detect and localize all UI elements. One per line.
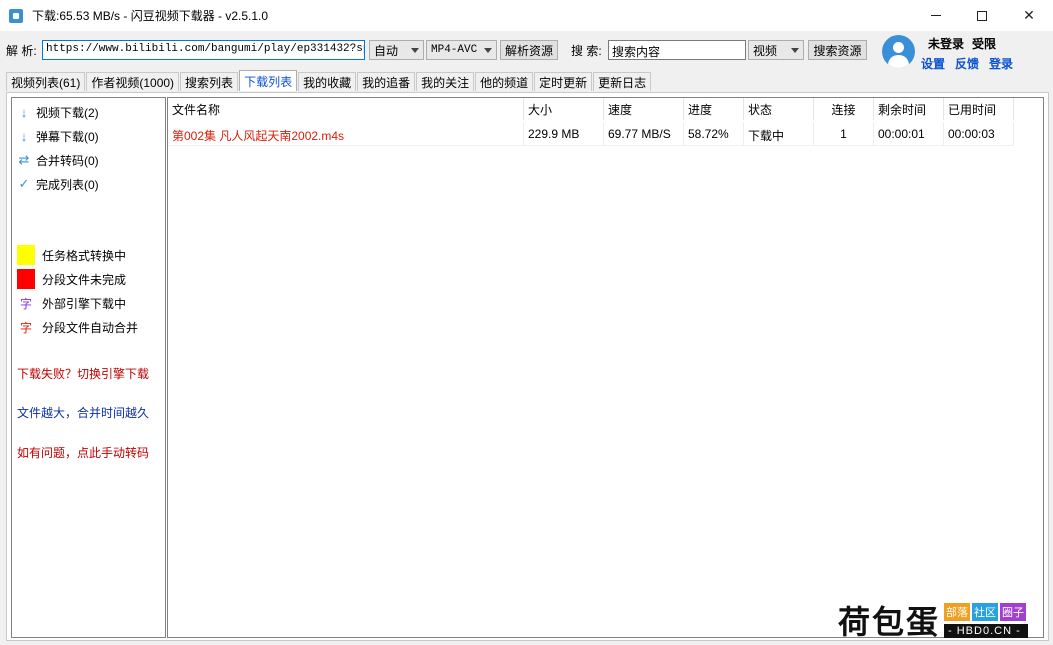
title-bar: 下载:65.53 MB/s - 闪豆视频下载器 - v2.5.1.0 ✕ [0,0,1053,31]
tab-his-channel[interactable]: 他的频道 [475,72,534,91]
status-cell: 下载中 [744,122,814,146]
chevron-down-icon [411,47,419,53]
merge-time-note: 文件越大，合并时间越久 [17,406,150,420]
tab-scheduled-update[interactable]: 定时更新 [534,72,593,91]
quality-select[interactable]: 自动 [369,40,424,60]
connections-cell: 1 [814,122,874,146]
feedback-link[interactable]: 反馈 [955,57,979,71]
arrow-down-icon: ↓ [20,104,28,120]
char-icon: 字 [19,296,32,311]
maximize-button[interactable] [959,0,1005,31]
swap-icon: ⇄ [18,152,30,167]
tab-bar: 视频列表(61) 作者视频(1000) 搜索列表 下载列表 我的收藏 我的追番 … [6,70,652,92]
tab-my-follows[interactable]: 我的关注 [416,72,475,91]
size-cell: 229.9 MB [524,122,604,146]
watermark: 荷包蛋 部落 社区 圈子 - HBD0.CN - [838,600,1029,641]
user-links: 设置 反馈 登录 [921,55,1023,72]
search-label: 搜 索: [571,44,602,58]
arrow-down-icon: ↓ [20,128,28,144]
column-header[interactable]: 文件名称 [168,98,524,120]
sidebar-item-label: 视频下载(2) [36,105,99,120]
switch-engine-link[interactable]: 下载失败？切换引擎下载 [17,365,149,382]
tab-my-bangumi[interactable]: 我的追番 [357,72,416,91]
sidebar-item-label: 完成列表(0) [36,177,99,192]
search-type-select-value: 视频 [753,43,778,58]
legend-label: 任务格式转换中 [42,248,127,263]
tab-download-list[interactable]: 下载列表 [239,70,298,91]
search-button[interactable]: 搜索资源 [808,40,867,60]
column-header[interactable]: 进度 [684,98,744,120]
sidebar-item-completed[interactable]: ✓ 完成列表(0) [16,175,99,193]
legend-label: 外部引擎下载中 [42,296,127,311]
url-input[interactable]: https://www.bilibili.com/bangumi/play/ep… [42,40,365,60]
window-title: 下载:65.53 MB/s - 闪豆视频下载器 - v2.5.1.0 [32,9,269,23]
sidebar-item-label: 弹幕下载(0) [36,129,99,144]
column-header[interactable]: 大小 [524,98,604,120]
yellow-swatch [17,245,35,265]
sidebar: ↓ 视频下载(2) ↓ 弹幕下载(0) ⇄ 合并转码(0) ✓ 完成列表(0) … [11,97,166,638]
toolbar: 解 析: https://www.bilibili.com/bangumi/pl… [0,38,880,62]
app-icon [9,8,23,23]
parse-label: 解 析: [6,44,37,58]
close-icon: ✕ [1023,7,1035,23]
legend-label: 分段文件自动合并 [42,320,139,335]
sidebar-item-video-download[interactable]: ↓ 视频下载(2) [16,103,99,121]
download-panel: ↓ 视频下载(2) ↓ 弹幕下载(0) ⇄ 合并转码(0) ✓ 完成列表(0) … [6,92,1049,641]
maximize-icon [977,10,987,21]
manual-transcode-link[interactable]: 如有问题，点此手动转码 [17,444,149,461]
column-header[interactable]: 连接 [814,98,874,120]
settings-link[interactable]: 设置 [921,57,945,71]
format-select[interactable]: MP4-AVC [426,40,497,60]
search-input[interactable]: 搜索内容 [608,40,746,60]
watermark-tag: 圈子 [1000,602,1027,621]
tab-changelog[interactable]: 更新日志 [593,72,652,91]
speed-cell: 69.77 MB/S [604,122,684,146]
close-button[interactable]: ✕ [1005,0,1053,31]
column-header[interactable]: 已用时间 [944,98,1014,120]
column-header[interactable]: 状态 [744,98,814,120]
tab-my-favorites[interactable]: 我的收藏 [298,72,357,91]
elapsed-time-cell: 00:00:03 [944,122,1014,146]
sidebar-item-danmaku-download[interactable]: ↓ 弹幕下载(0) [16,127,99,145]
legend-auto-merge: 字 分段文件自动合并 [17,316,138,338]
download-table: 文件名称 大小 速度 进度 状态 连接 剩余时间 已用时间 第002集 凡人风起… [167,97,1044,638]
legend-label: 分段文件未完成 [42,272,127,287]
window-controls: ✕ [913,0,1053,31]
watermark-domain: - HBD0.CN - [944,623,1029,638]
parse-button[interactable]: 解析资源 [500,40,558,60]
column-header[interactable]: 速度 [604,98,684,120]
progress-cell: 58.72% [684,122,744,146]
check-icon: ✓ [18,176,30,191]
minimize-button[interactable] [913,0,959,31]
login-link[interactable]: 登录 [989,57,1013,71]
user-status: 未登录 受限 [928,35,1004,52]
legend-segment-incomplete: 分段文件未完成 [17,268,126,290]
remaining-time-cell: 00:00:01 [874,122,944,146]
tab-author-videos[interactable]: 作者视频(1000) [86,72,180,91]
avatar-icon[interactable] [882,35,915,68]
tab-search-list[interactable]: 搜索列表 [180,72,239,91]
minimize-icon [931,15,941,16]
watermark-tag: 部落 [944,602,971,621]
format-select-value: MP4-AVC [431,44,478,56]
watermark-text: 荷包蛋 [838,603,941,641]
char-icon: 字 [19,320,32,335]
search-type-select[interactable]: 视频 [748,40,804,60]
column-header[interactable]: 剩余时间 [874,98,944,120]
red-swatch [17,269,35,289]
tab-video-list[interactable]: 视频列表(61) [6,72,86,91]
chevron-down-icon [791,47,799,53]
watermark-tag: 社区 [972,602,999,621]
quality-select-value: 自动 [374,43,399,58]
file-name-cell: 第002集 凡人风起天南2002.m4s [168,122,524,146]
sidebar-item-label: 合并转码(0) [36,153,99,168]
table-header: 文件名称 大小 速度 进度 状态 连接 剩余时间 已用时间 [168,98,1014,120]
table-row[interactable]: 第002集 凡人风起天南2002.m4s 229.9 MB 69.77 MB/S… [168,122,1014,146]
chevron-down-icon [484,47,492,53]
legend-external-engine: 字 外部引擎下载中 [17,292,126,314]
sidebar-item-merge-transcode[interactable]: ⇄ 合并转码(0) [16,151,99,169]
login-status: 未登录 [928,37,965,51]
limit-status: 受限 [972,37,997,51]
legend-format-converting: 任务格式转换中 [17,244,126,266]
